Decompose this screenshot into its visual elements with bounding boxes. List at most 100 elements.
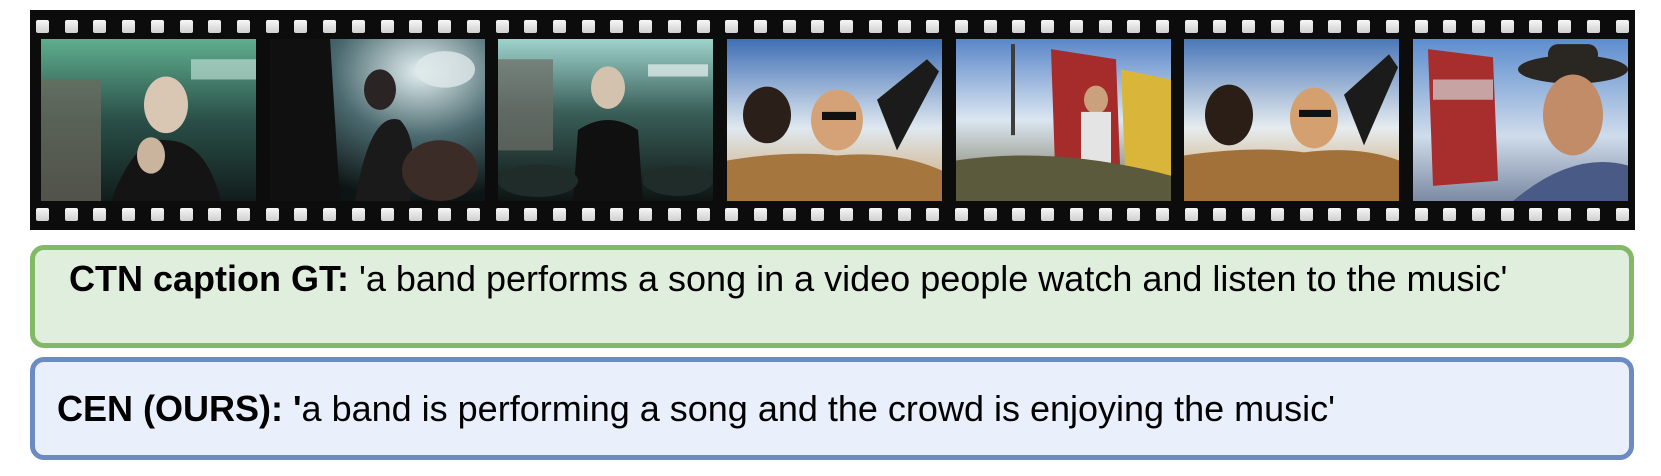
- gt-caption-box: CTN caption GT: 'a band performs a song …: [30, 245, 1634, 348]
- film-perforation: [122, 19, 136, 33]
- film-perforation: [438, 207, 452, 221]
- film-perforation: [150, 207, 164, 221]
- film-perforation: [1069, 207, 1083, 221]
- film-perforation: [811, 207, 825, 221]
- film-perforation: [179, 19, 193, 33]
- film-perforation: [782, 207, 796, 221]
- ours-caption-text: a band is performing a song and the crow…: [301, 387, 1335, 429]
- film-perforation: [897, 19, 911, 33]
- film-perforation: [1127, 207, 1141, 221]
- film-perforation: [1385, 207, 1399, 221]
- film-perforation: [696, 19, 710, 33]
- film-perforation: [926, 207, 940, 221]
- film-perforation: [983, 19, 997, 33]
- film-perforation: [725, 19, 739, 33]
- film-perforation: [581, 19, 595, 33]
- film-perforation: [1500, 19, 1514, 33]
- film-perforation: [1184, 207, 1198, 221]
- film-perforation: [1558, 19, 1572, 33]
- film-perforation: [552, 207, 566, 221]
- video-frame-5: [955, 39, 1171, 201]
- film-perforation: [955, 207, 968, 221]
- film-perforation: [495, 19, 509, 33]
- film-perforation: [581, 207, 595, 221]
- film-perforation: [1012, 207, 1026, 221]
- video-frame-2: [269, 39, 485, 201]
- film-perforation: [1529, 207, 1543, 221]
- film-perforation: [1184, 19, 1198, 33]
- film-perforation: [36, 19, 49, 33]
- film-perforation: [1127, 19, 1141, 33]
- film-perforation: [639, 19, 653, 33]
- film-perforation: [265, 19, 279, 33]
- film-perforation: [495, 207, 509, 221]
- film-perforation: [696, 207, 710, 221]
- film-perforation: [1156, 207, 1170, 221]
- film-perforation: [1615, 19, 1629, 33]
- film-perforation: [1328, 207, 1342, 221]
- film-perforation: [840, 207, 854, 221]
- video-frame-6: [1184, 39, 1400, 201]
- film-perforation: [1299, 207, 1313, 221]
- film-perforation: [1041, 19, 1055, 33]
- film-perforation: [93, 19, 107, 33]
- film-perforation: [1156, 19, 1170, 33]
- gt-caption-text: 'a band performs a song in a video peopl…: [348, 258, 1508, 299]
- film-perforation: [610, 207, 624, 221]
- film-perforation: [955, 19, 968, 33]
- perforation-row-bottom: [36, 204, 1629, 224]
- film-perforation: [1586, 207, 1600, 221]
- video-frame-7: [1412, 39, 1628, 201]
- film-perforation: [380, 207, 394, 221]
- film-perforation: [1558, 207, 1572, 221]
- film-perforation: [1414, 207, 1428, 221]
- film-perforation: [868, 19, 882, 33]
- ours-caption-box: CEN (OURS): 'a band is performing a song…: [30, 357, 1634, 460]
- film-perforation: [1357, 19, 1371, 33]
- film-perforation: [208, 19, 222, 33]
- film-perforation: [409, 207, 423, 221]
- film-perforation: [1270, 207, 1284, 221]
- film-perforation: [811, 19, 825, 33]
- film-perforation: [667, 207, 681, 221]
- film-perforation: [1299, 19, 1313, 33]
- video-frames: [41, 39, 1628, 201]
- film-perforation: [380, 19, 394, 33]
- gt-caption-label: CTN caption GT:: [69, 258, 349, 299]
- film-perforation: [208, 207, 222, 221]
- film-perforation: [1529, 19, 1543, 33]
- film-perforation: [294, 19, 308, 33]
- film-perforation: [983, 207, 997, 221]
- film-perforation: [294, 207, 308, 221]
- film-perforation: [323, 207, 337, 221]
- figure: CTN caption GT: 'a band performs a song …: [0, 0, 1661, 476]
- film-perforation: [1443, 207, 1457, 221]
- film-perforation: [438, 19, 452, 33]
- film-perforation: [64, 19, 78, 33]
- film-perforation: [552, 19, 566, 33]
- film-perforation: [122, 207, 136, 221]
- film-perforation: [782, 19, 796, 33]
- film-perforation: [351, 207, 365, 221]
- film-perforation: [1098, 19, 1112, 33]
- film-perforation: [753, 19, 767, 33]
- film-perforation: [1213, 19, 1227, 33]
- film-perforation: [323, 19, 337, 33]
- film-perforation: [1615, 207, 1629, 221]
- film-perforation: [1328, 19, 1342, 33]
- film-perforation: [93, 207, 107, 221]
- film-perforation: [524, 207, 538, 221]
- video-frame-1: [41, 39, 256, 201]
- film-perforation: [64, 207, 78, 221]
- film-perforation: [1357, 207, 1371, 221]
- film-perforation: [237, 207, 251, 221]
- film-perforation: [1500, 207, 1514, 221]
- film-perforation: [1242, 207, 1256, 221]
- film-perforation: [897, 207, 911, 221]
- film-perforation: [265, 207, 279, 221]
- film-perforation: [36, 207, 49, 221]
- film-perforation: [1385, 19, 1399, 33]
- film-perforation: [351, 19, 365, 33]
- film-perforation: [409, 19, 423, 33]
- perforation-row-top: [36, 16, 1629, 36]
